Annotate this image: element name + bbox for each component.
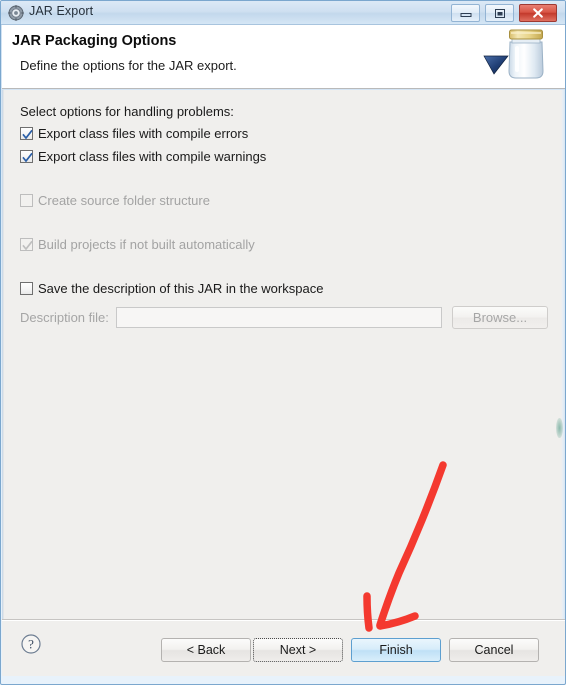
minimize-button[interactable]	[451, 4, 480, 22]
dialog-content: Select options for handling problems: Ex…	[2, 90, 565, 619]
checkmark-icon	[22, 239, 33, 251]
jar-export-dialog: JAR Export JAR Packaging Options Define …	[0, 0, 566, 685]
page-description: Define the options for the JAR export.	[20, 58, 237, 73]
checkbox-build-projects-if-not-built-automatically	[20, 238, 33, 251]
back-button[interactable]: < Back	[161, 638, 251, 662]
checkbox-label: Create source folder structure	[38, 193, 210, 208]
content-left-edge	[2, 90, 4, 619]
page-title: JAR Packaging Options	[12, 33, 177, 49]
dialog-header: JAR Packaging Options Define the options…	[2, 25, 565, 89]
jar-export-gear-icon	[8, 5, 24, 21]
description-file-input[interactable]	[116, 307, 442, 328]
checkbox-row-save-description[interactable]: Save the description of this JAR in the …	[20, 281, 323, 296]
checkbox-row-create-source-folder-structure: Create source folder structure	[20, 193, 210, 208]
checkbox-row-build-projects-if-not-built-automatically: Build projects if not built automaticall…	[20, 237, 255, 252]
description-file-row: Description file: Browse...	[20, 306, 548, 329]
maximize-button[interactable]	[485, 4, 514, 22]
checkmark-icon	[22, 151, 33, 163]
checkmark-icon	[22, 128, 33, 140]
checkbox-label: Save the description of this JAR in the …	[38, 281, 324, 296]
checkbox-row-export-compile-errors[interactable]: Export class files with compile errors	[20, 126, 248, 141]
close-button[interactable]	[519, 4, 557, 22]
footer-separator	[2, 620, 565, 621]
content-right-edge	[561, 90, 565, 619]
checkbox-row-export-compile-warnings[interactable]: Export class files with compile warnings	[20, 149, 266, 164]
minimize-icon	[452, 5, 479, 21]
checkbox-label: Export class files with compile warnings	[38, 149, 267, 164]
jar-banner-icon	[480, 25, 556, 88]
checkbox-create-source-folder-structure	[20, 194, 33, 207]
cancel-button[interactable]: Cancel	[449, 638, 539, 662]
next-button[interactable]: Next >	[253, 638, 343, 662]
checkbox-save-description[interactable]	[20, 282, 33, 295]
browse-button[interactable]: Browse...	[452, 306, 548, 329]
finish-button[interactable]: Finish	[351, 638, 441, 662]
checkbox-label: Build projects if not built automaticall…	[38, 237, 255, 252]
options-intro-label: Select options for handling problems:	[20, 104, 234, 119]
window-title-bar: JAR Export	[1, 1, 565, 25]
window-title: JAR Export	[29, 4, 94, 18]
close-icon	[520, 5, 556, 21]
checkbox-export-compile-errors[interactable]	[20, 127, 33, 140]
description-file-label: Description file:	[20, 310, 109, 325]
checkbox-export-compile-warnings[interactable]	[20, 150, 33, 163]
checkbox-label: Export class files with compile errors	[38, 126, 249, 141]
svg-text:?: ?	[28, 637, 34, 652]
maximize-icon	[486, 5, 513, 21]
help-question-icon[interactable]: ?	[20, 633, 42, 655]
edge-artifact	[556, 418, 563, 438]
